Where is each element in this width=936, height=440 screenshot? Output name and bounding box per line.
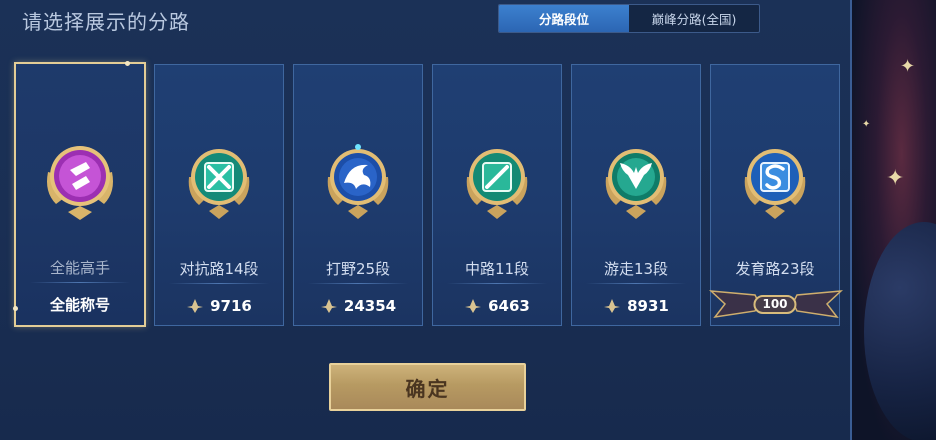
tab-lane-rank[interactable]: 分路段位: [499, 5, 629, 32]
score-value: 8931: [627, 297, 669, 315]
clash-lane-emblem-icon: [188, 149, 250, 219]
divider: [308, 283, 408, 284]
peak-score: 6463: [433, 293, 561, 319]
score-value: 24354: [343, 297, 397, 315]
rank-label: 游走13段: [603, 260, 669, 278]
peak-points-icon: [320, 299, 337, 313]
divider: [169, 283, 269, 284]
badge-value: 100: [753, 295, 797, 314]
planet-decoration: [864, 222, 936, 440]
rank-label: 对抗路14段: [179, 260, 259, 278]
divider: [586, 283, 686, 284]
divider: [30, 282, 130, 283]
rank-badge: 100: [709, 287, 843, 321]
rank-label: 中路11段: [464, 260, 530, 278]
farm-lane-emblem-icon: [744, 149, 806, 219]
title-text: 全能称号: [49, 296, 110, 314]
jungle-emblem-icon: [327, 144, 389, 219]
peak-points-icon: [187, 299, 204, 313]
score-value: 6463: [488, 297, 530, 315]
all-round-emblem-icon: [47, 146, 113, 220]
confirm-button[interactable]: 确定: [329, 363, 526, 411]
rank-label: 全能高手: [49, 259, 110, 277]
lane-card-farm[interactable]: 发育路23段 100: [709, 64, 843, 326]
rank-label: 打野25段: [325, 260, 391, 278]
peak-score: 8931: [572, 293, 700, 319]
lane-card-mid[interactable]: 中路11段 6463: [432, 64, 562, 326]
rank-label: 发育路23段: [735, 260, 815, 278]
score-value: 9716: [210, 297, 252, 315]
lane-card-roam[interactable]: 游走13段 8931: [571, 64, 701, 326]
peak-score: 24354: [294, 293, 422, 319]
lane-select-panel: 请选择展示的分路 分路段位 巅峰分路(全国) 全能高手 全能称号 对抗路14段 …: [0, 0, 852, 440]
mid-lane-emblem-icon: [466, 149, 528, 219]
divider: [447, 283, 547, 284]
page-title: 请选择展示的分路: [22, 10, 190, 34]
peak-points-icon: [604, 299, 621, 313]
sparkle-icon: ✦: [862, 119, 871, 130]
sparkle-icon: ✦: [900, 56, 916, 77]
roam-emblem-icon: [605, 149, 667, 219]
lane-card-jungle[interactable]: 打野25段 24354: [293, 64, 423, 326]
tab-bar: 分路段位 巅峰分路(全国): [498, 4, 760, 33]
sparkle-icon: ✦: [886, 166, 905, 191]
lane-card-all-round[interactable]: 全能高手 全能称号: [13, 61, 146, 327]
tab-peak-lane[interactable]: 巅峰分路(全国): [629, 5, 759, 32]
peak-score: 9716: [155, 293, 283, 319]
corner-dot: [125, 61, 130, 66]
peak-points-icon: [465, 299, 482, 313]
lane-card-clash[interactable]: 对抗路14段 9716: [154, 64, 284, 326]
background-scenery: ✦ ✦ ✦: [850, 0, 936, 440]
